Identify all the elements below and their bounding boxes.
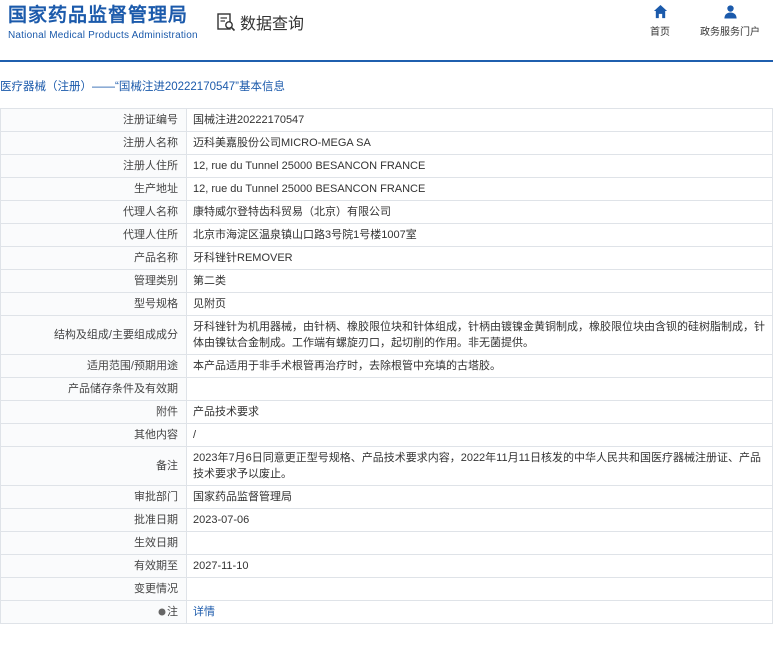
row-label: 结构及组成/主要组成成分 bbox=[0, 315, 187, 355]
table-row: 其他内容 / bbox=[0, 423, 773, 447]
table-row: 审批部门 国家药品监督管理局 bbox=[0, 485, 773, 509]
row-label: 审批部门 bbox=[0, 485, 187, 509]
table-row: 生产地址 12, rue du Tunnel 25000 BESANCON FRA… bbox=[0, 177, 773, 201]
logo-chinese-name: 国家药品监督管理局 bbox=[8, 5, 189, 26]
row-value: 2023-07-06 bbox=[186, 508, 773, 532]
row-value: 迈科美嘉股份公司MICRO-MEGA SA bbox=[186, 131, 773, 155]
row-label: 代理人名称 bbox=[0, 200, 187, 224]
table-row: 结构及组成/主要组成成分 牙科锉针为机用器械，由针柄、橡胶限位块和针体组成，针柄由… bbox=[0, 315, 773, 355]
table-row: 适用范围/预期用途 本产品适用于非手术根管再治疗时，去除根管中充填的古塔胶。 bbox=[0, 354, 773, 378]
table-row-note: 注 详情 bbox=[0, 600, 773, 624]
row-label: 注册证编号 bbox=[0, 108, 187, 132]
home-icon bbox=[653, 4, 667, 19]
row-value: 产品技术要求 bbox=[186, 400, 773, 424]
row-value: 12, rue du Tunnel 25000 BESANCON FRANCE bbox=[186, 177, 773, 201]
table-row: 生效日期 bbox=[0, 531, 773, 555]
row-label: 生产地址 bbox=[0, 177, 187, 201]
row-label: 注 bbox=[0, 600, 187, 624]
table-row: 产品名称 牙科锉针REMOVER bbox=[0, 246, 773, 270]
note-label: 注 bbox=[167, 606, 178, 618]
row-value: 见附页 bbox=[186, 292, 773, 316]
row-value: 国械注进20222170547 bbox=[186, 108, 773, 132]
table-row: 附件 产品技术要求 bbox=[0, 400, 773, 424]
logo-english-name: National Medical Products Administration bbox=[8, 30, 198, 41]
table-row: 管理类别 第二类 bbox=[0, 269, 773, 293]
row-value bbox=[186, 531, 773, 555]
row-value bbox=[186, 577, 773, 601]
table-row: 注册人名称 迈科美嘉股份公司MICRO-MEGA SA bbox=[0, 131, 773, 155]
row-value: 详情 bbox=[186, 600, 773, 624]
nav-home-label: 首页 bbox=[650, 27, 670, 38]
info-dot-icon bbox=[158, 608, 166, 616]
table-row: 备注 2023年7月6日同意更正型号规格、产品技术要求内容，2022年11月11日… bbox=[0, 446, 773, 486]
table-row: 变更情况 bbox=[0, 577, 773, 601]
section-title: 医疗器械（注册）——“国械注进20222170547”基本信息 bbox=[0, 81, 286, 93]
page-header: 国家药品监督管理局 National Medical Products Admi… bbox=[0, 0, 773, 62]
row-label: 生效日期 bbox=[0, 531, 187, 555]
table-row: 型号规格 见附页 bbox=[0, 292, 773, 316]
row-label: 代理人住所 bbox=[0, 223, 187, 247]
row-label: 备注 bbox=[0, 446, 187, 486]
row-label: 型号规格 bbox=[0, 292, 187, 316]
nav-service-label: 政务服务门户 bbox=[700, 27, 760, 38]
row-label: 注册人住所 bbox=[0, 154, 187, 178]
row-value: 康特威尔登特齿科贸易（北京）有限公司 bbox=[186, 200, 773, 224]
basic-info-table: 注册证编号 国械注进20222170547 注册人名称 迈科美嘉股份公司MICRO-… bbox=[0, 108, 773, 624]
data-query-title: 数据查询 bbox=[216, 10, 304, 34]
row-label: 其他内容 bbox=[0, 423, 187, 447]
table-row: 注册人住所 12, rue du Tunnel 25000 BESANCON FR… bbox=[0, 154, 773, 178]
row-value: 牙科锉针为机用器械，由针柄、橡胶限位块和针体组成，针柄由镀镍金黄铜制成，橡胶限位… bbox=[186, 315, 773, 355]
document-search-icon bbox=[217, 13, 236, 32]
row-label: 适用范围/预期用途 bbox=[0, 354, 187, 378]
details-link[interactable]: 详情 bbox=[193, 606, 215, 618]
row-label: 附件 bbox=[0, 400, 187, 424]
row-label: 产品名称 bbox=[0, 246, 187, 270]
row-label: 管理类别 bbox=[0, 269, 187, 293]
row-value: 2023年7月6日同意更正型号规格、产品技术要求内容，2022年11月11日核发… bbox=[186, 446, 773, 486]
user-icon bbox=[723, 5, 737, 19]
nav-service-portal[interactable]: 政务服务门户 bbox=[700, 4, 760, 38]
row-value: 12, rue du Tunnel 25000 BESANCON FRANCE bbox=[186, 154, 773, 178]
table-row: 有效期至 2027-11-10 bbox=[0, 554, 773, 578]
row-value: 第二类 bbox=[186, 269, 773, 293]
row-label: 批准日期 bbox=[0, 508, 187, 532]
row-label: 变更情况 bbox=[0, 577, 187, 601]
row-value: 北京市海淀区温泉镇山口路3号院1号楼1007室 bbox=[186, 223, 773, 247]
row-value: / bbox=[186, 423, 773, 447]
table-row: 代理人名称 康特威尔登特齿科贸易（北京）有限公司 bbox=[0, 200, 773, 224]
table-row: 产品储存条件及有效期 bbox=[0, 377, 773, 401]
table-row: 批准日期 2023-07-06 bbox=[0, 508, 773, 532]
row-value: 本产品适用于非手术根管再治疗时，去除根管中充填的古塔胶。 bbox=[186, 354, 773, 378]
row-value: 牙科锉针REMOVER bbox=[186, 246, 773, 270]
table-row: 注册证编号 国械注进20222170547 bbox=[0, 108, 773, 132]
row-value bbox=[186, 377, 773, 401]
site-logo[interactable]: 国家药品监督管理局 National Medical Products Admi… bbox=[8, 4, 198, 41]
table-row: 代理人住所 北京市海淀区温泉镇山口路3号院1号楼1007室 bbox=[0, 223, 773, 247]
row-value: 2027-11-10 bbox=[186, 554, 773, 578]
nav-home[interactable]: 首页 bbox=[650, 4, 670, 38]
row-label: 注册人名称 bbox=[0, 131, 187, 155]
row-label: 产品储存条件及有效期 bbox=[0, 377, 187, 401]
query-title-text: 数据查询 bbox=[240, 16, 305, 33]
row-label: 有效期至 bbox=[0, 554, 187, 578]
row-value: 国家药品监督管理局 bbox=[186, 485, 773, 509]
